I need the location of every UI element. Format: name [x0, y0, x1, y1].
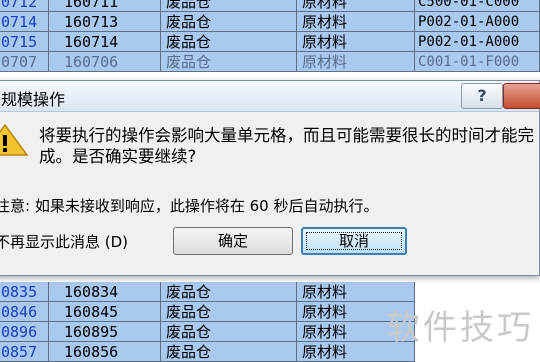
row-id-cell[interactable]: 0835 — [0, 282, 49, 302]
table-row[interactable]: 0846 160845 废品仓 原材料 — [0, 302, 415, 322]
row-id-cell[interactable]: 0857 — [0, 342, 49, 362]
type-cell[interactable]: 原材料 — [297, 282, 415, 302]
row-id-cell[interactable]: 0707 — [0, 52, 49, 72]
code-cell[interactable]: 160834 — [49, 282, 161, 302]
row-id-cell[interactable]: 0712 — [0, 0, 49, 12]
cancel-button-label: 取消 — [338, 232, 369, 250]
timeout-notice: 注意: 如果未接收到响应，此操作将在 60 秒后自动执行。 — [0, 197, 379, 215]
table-row[interactable]: 0707 160706 废品仓 原材料 C001-01-F000 — [0, 52, 540, 80]
table-row[interactable]: 0712 160711 废品仓 原材料 C500-01-C000 — [0, 0, 540, 12]
dialog-titlebar[interactable]: 规模操作 ? — [0, 81, 540, 112]
table-row[interactable]: 0857 160856 废品仓 原材料 — [0, 342, 415, 362]
dialog-title: 规模操作 — [1, 90, 66, 109]
large-operation-dialog: 规模操作 ? 将要执行的操作会影响大量单元格，而且可能需要很长的时间才能完成。是… — [0, 80, 540, 276]
warehouse-cell[interactable]: 废品仓 — [161, 322, 297, 342]
type-cell[interactable]: 原材料 — [297, 0, 415, 12]
row-id-cell[interactable]: 0715 — [0, 32, 49, 52]
table-row[interactable]: 0896 160895 废品仓 原材料 — [0, 322, 415, 342]
table-row[interactable]: 0835 160834 废品仓 原材料 — [0, 282, 415, 302]
watermark-text: 软件技巧 — [386, 308, 534, 348]
dont-show-again-checkbox[interactable]: 不再显示此消息 (D) — [0, 231, 128, 252]
warning-icon — [0, 123, 29, 156]
code-cell[interactable]: 160706 — [49, 52, 161, 72]
warehouse-cell[interactable]: 废品仓 — [161, 302, 297, 322]
type-cell[interactable]: 原材料 — [297, 12, 415, 32]
warehouse-cell[interactable]: 废品仓 — [161, 342, 297, 362]
warehouse-cell[interactable]: 废品仓 — [161, 32, 297, 52]
table-row[interactable]: 0714 160713 废品仓 原材料 P002-01-A000 — [0, 12, 540, 32]
code-cell[interactable]: 160711 — [49, 0, 161, 12]
code-cell[interactable]: 160845 — [49, 302, 161, 322]
help-button[interactable]: ? — [461, 83, 503, 109]
type-cell[interactable]: 原材料 — [297, 52, 415, 72]
cancel-button[interactable]: 取消 — [301, 227, 407, 255]
row-id-cell[interactable]: 0846 — [0, 302, 49, 322]
part-cell[interactable]: C500-01-C000 — [415, 0, 540, 12]
table-row[interactable]: 0715 160714 废品仓 原材料 P002-01-A000 — [0, 32, 540, 52]
warehouse-cell[interactable]: 废品仓 — [161, 52, 297, 72]
part-cell[interactable]: P002-01-A000 — [415, 32, 540, 52]
dialog-message: 将要执行的操作会影响大量单元格，而且可能需要很长的时间才能完成。是否确实要继续? — [39, 126, 534, 166]
part-cell[interactable]: P002-01-A000 — [415, 12, 540, 32]
warehouse-cell[interactable]: 废品仓 — [161, 0, 297, 12]
row-id-cell[interactable]: 0714 — [0, 12, 49, 32]
code-cell[interactable]: 160714 — [49, 32, 161, 52]
code-cell[interactable]: 160856 — [49, 342, 161, 362]
part-cell[interactable]: C001-01-F000 — [415, 52, 540, 72]
type-cell[interactable]: 原材料 — [297, 32, 415, 52]
row-id-cell[interactable]: 0896 — [0, 322, 49, 342]
warehouse-cell[interactable]: 废品仓 — [161, 12, 297, 32]
code-cell[interactable]: 160895 — [49, 322, 161, 342]
confirm-button[interactable]: 确定 — [173, 227, 293, 255]
warehouse-cell[interactable]: 废品仓 — [161, 282, 297, 302]
close-button[interactable] — [503, 83, 540, 109]
code-cell[interactable]: 160713 — [49, 12, 161, 32]
